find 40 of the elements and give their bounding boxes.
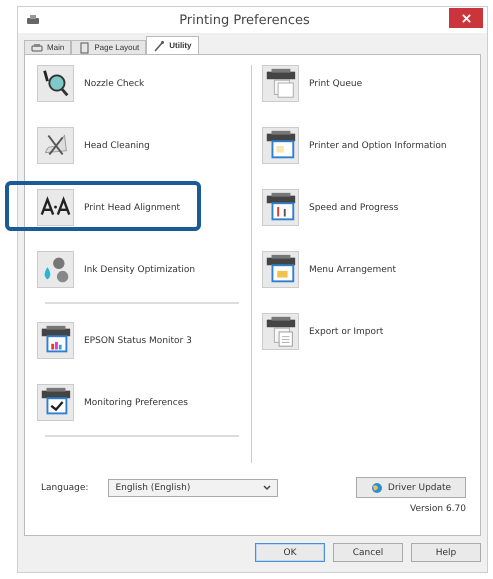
tool-button[interactable] (262, 251, 299, 288)
dialog-button[interactable]: OK (255, 543, 325, 562)
wrench-icon (153, 40, 166, 52)
dialog-button[interactable]: Help (411, 543, 481, 562)
tool-label[interactable]: Print Head Alignment (84, 202, 180, 212)
printer-icon (26, 13, 40, 27)
version-label: Version 6.70 (409, 504, 466, 514)
globe-icon (370, 482, 383, 494)
tool-button[interactable] (262, 313, 299, 350)
tool-button[interactable] (262, 65, 299, 102)
tool-button[interactable] (262, 189, 299, 226)
tool-label[interactable]: Monitoring Preferences (84, 398, 188, 408)
tool-label[interactable]: Menu Arrangement (309, 264, 396, 274)
dialog-button[interactable]: Cancel (333, 543, 403, 562)
tool-label[interactable]: Nozzle Check (84, 78, 144, 88)
tool-label[interactable]: Head Cleaning (84, 140, 150, 150)
printer-icon (31, 42, 43, 54)
driver-update-button[interactable]: Driver Update (356, 477, 466, 498)
close-icon (462, 14, 470, 22)
tab[interactable]: Utility (146, 36, 199, 54)
tool-button[interactable] (37, 127, 74, 164)
window-title: Printing Preferences (178, 12, 311, 28)
tool-label[interactable]: Print Queue (309, 78, 362, 88)
tab[interactable]: Page Layout (71, 40, 146, 54)
tool-label[interactable]: EPSON Status Monitor 3 (84, 336, 192, 346)
tab[interactable]: Main (24, 40, 72, 54)
language-dropdown[interactable]: English (English) (108, 478, 278, 496)
tool-label[interactable]: Export or Import (309, 326, 384, 336)
tool-label[interactable]: Ink Density Optimization (84, 264, 196, 274)
tool-button[interactable] (37, 322, 74, 359)
page-icon (78, 42, 90, 54)
language-label: Language: (41, 482, 88, 492)
tool-button[interactable] (37, 65, 74, 102)
caret-icon (263, 484, 272, 490)
tool-button[interactable] (262, 127, 299, 164)
tool-label[interactable]: Printer and Option Information (309, 140, 447, 150)
tool-label[interactable]: Speed and Progress (309, 202, 398, 212)
tool-button[interactable] (37, 189, 74, 226)
close-button[interactable] (449, 8, 483, 28)
tool-button[interactable] (37, 384, 74, 421)
